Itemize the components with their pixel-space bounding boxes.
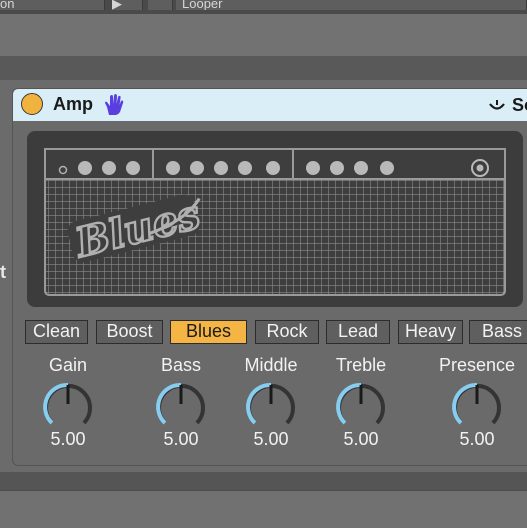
sort-icon[interactable] bbox=[487, 99, 507, 113]
bottom-area bbox=[0, 490, 527, 528]
play-icon[interactable]: ▶ bbox=[112, 0, 143, 10]
amp-device: Amp So bbox=[12, 88, 527, 466]
device-title: Amp bbox=[53, 94, 93, 114]
preset-lead[interactable]: Lead bbox=[326, 320, 390, 344]
browser-strip: on ▶ Looper bbox=[0, 0, 527, 14]
knob-value: 5.00 bbox=[343, 429, 379, 449]
knob-value: 5.00 bbox=[50, 429, 86, 449]
hand-icon[interactable] bbox=[103, 93, 125, 117]
left-label: t bbox=[0, 262, 6, 282]
divider bbox=[0, 56, 527, 80]
knob-middle[interactable]: Middle 5.00 bbox=[226, 355, 316, 450]
browser-column-1: on bbox=[0, 0, 105, 10]
knob-dial[interactable] bbox=[241, 377, 301, 431]
amp-display: Blues bbox=[27, 131, 523, 307]
preset-blues[interactable]: Blues bbox=[170, 320, 247, 344]
preset-boost[interactable]: Boost bbox=[96, 320, 163, 344]
knob-label: Gain bbox=[48, 355, 88, 375]
knob-bass[interactable]: Bass 5.00 bbox=[136, 355, 226, 450]
knob-presence[interactable]: Presence 5.00 bbox=[432, 355, 522, 450]
knob-dial[interactable] bbox=[151, 377, 211, 431]
preset-clean[interactable]: Clean bbox=[25, 320, 88, 344]
amp-graphic: Blues bbox=[44, 148, 506, 296]
knob-value: 5.00 bbox=[163, 429, 199, 449]
device-power-button[interactable] bbox=[21, 93, 43, 115]
knob-value: 5.00 bbox=[253, 429, 289, 449]
device-right-section: So bbox=[487, 95, 527, 116]
track-area bbox=[0, 14, 527, 56]
knob-label: Middle bbox=[244, 355, 298, 375]
knob-dial[interactable] bbox=[447, 377, 507, 431]
device-right-label: So bbox=[512, 95, 527, 115]
knob-dial[interactable] bbox=[38, 377, 98, 431]
knob-gain[interactable]: Gain 5.00 bbox=[23, 355, 113, 450]
preset-rock[interactable]: Rock bbox=[255, 320, 319, 344]
browser-column-3 bbox=[148, 0, 173, 10]
preset-bass[interactable]: Bass bbox=[469, 320, 527, 344]
knob-value: 5.00 bbox=[459, 429, 495, 449]
knob-treble[interactable]: Treble 5.00 bbox=[316, 355, 406, 450]
knob-label: Treble bbox=[335, 355, 387, 375]
preset-heavy[interactable]: Heavy bbox=[398, 320, 463, 344]
browser-item-looper[interactable]: Looper bbox=[176, 0, 527, 10]
bottom-divider bbox=[0, 472, 527, 490]
device-titlebar[interactable]: Amp So bbox=[13, 89, 527, 121]
knob-dial[interactable] bbox=[331, 377, 391, 431]
knob-label: Bass bbox=[160, 355, 202, 375]
knob-label: Presence bbox=[438, 355, 516, 375]
